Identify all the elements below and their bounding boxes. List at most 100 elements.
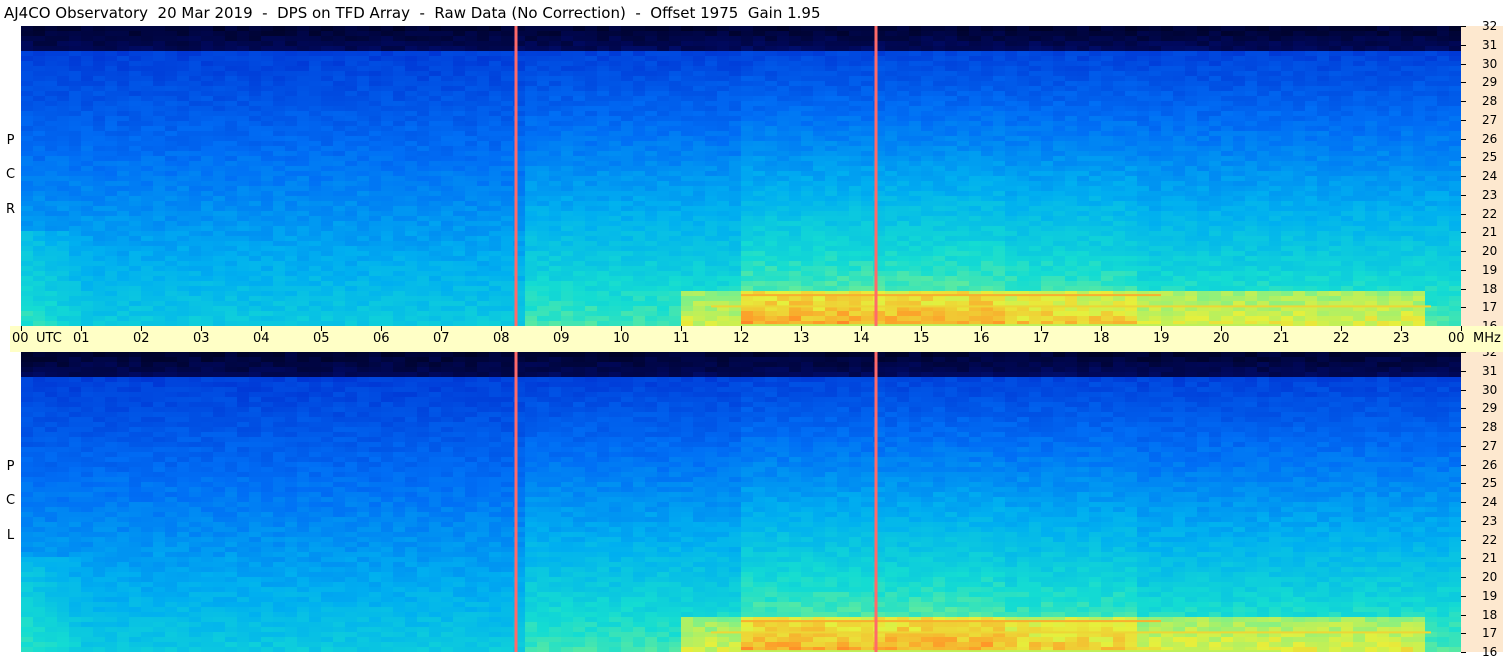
spectrogram-cell xyxy=(969,131,982,137)
spectrogram-cell xyxy=(477,111,490,117)
spectrogram-cell xyxy=(57,91,70,97)
spectrogram-cell xyxy=(693,136,706,142)
spectrogram-cell xyxy=(429,121,442,127)
spectrogram-cell xyxy=(597,171,610,177)
spectrogram-cell xyxy=(117,311,130,317)
spectrogram-cell xyxy=(93,46,106,52)
spectrogram-cell xyxy=(489,41,502,47)
spectrogram-cell xyxy=(225,86,238,92)
spectrogram-cell xyxy=(621,121,634,127)
spectrogram-cell xyxy=(441,81,454,87)
spectrogram-cell xyxy=(201,176,214,182)
spectrogram-cell xyxy=(297,161,310,167)
spectrogram-cell xyxy=(621,246,634,252)
spectrogram-cell xyxy=(129,291,142,297)
spectrogram-cell xyxy=(981,251,994,257)
spectrogram-cell xyxy=(537,291,550,297)
spectrogram-cell xyxy=(153,286,166,292)
spectrogram-cell xyxy=(201,36,214,42)
spectrogram-cell xyxy=(597,131,610,137)
spectrogram-cell xyxy=(789,221,802,227)
spectrogram-cell xyxy=(789,61,802,67)
spectrogram-cell xyxy=(225,121,238,127)
spectrogram-cell xyxy=(165,286,178,292)
spectrogram-cell xyxy=(969,116,982,122)
spectrogram-cell xyxy=(93,206,106,212)
spectrogram-cell xyxy=(237,211,250,217)
spectrogram-cell xyxy=(45,136,58,142)
spectrogram-cell xyxy=(801,31,814,37)
spectrogram-cell xyxy=(33,276,46,282)
spectrogram-cell xyxy=(1005,131,1018,137)
spectrogram-cell xyxy=(945,266,958,272)
spectrogram-cell xyxy=(81,101,94,107)
spectrogram-cell xyxy=(681,66,694,72)
spectrogram-cell xyxy=(789,86,802,92)
spectrogram-cell xyxy=(453,121,466,127)
spectrogram-cell xyxy=(429,271,442,277)
spectrogram-cell xyxy=(597,156,610,162)
spectrogram-cell xyxy=(429,131,442,137)
spectrogram-cell xyxy=(45,171,58,177)
spectrogram-cell xyxy=(465,246,478,252)
spectrogram-cell xyxy=(249,56,262,62)
spectrogram-cell xyxy=(213,301,226,307)
spectrogram-cell xyxy=(657,31,670,37)
spectrogram-cell xyxy=(285,126,298,132)
spectrogram-cell xyxy=(165,56,178,62)
spectrogram-cell xyxy=(645,301,658,307)
spectrogram-cell xyxy=(177,51,190,57)
spectrogram-cell xyxy=(177,291,190,297)
spectrogram-cell xyxy=(405,271,418,277)
spectrogram-cell xyxy=(189,201,202,207)
spectrogram-cell xyxy=(837,26,850,32)
spectrogram-cell xyxy=(213,211,226,217)
spectrogram-cell xyxy=(645,126,658,132)
spectrogram-cell xyxy=(285,141,298,147)
spectrogram-cell xyxy=(765,91,778,97)
spectrogram-cell xyxy=(765,46,778,52)
spectrogram-cell xyxy=(213,101,226,107)
spectrogram-cell xyxy=(33,91,46,97)
spectrogram-cell xyxy=(189,36,202,42)
spectrogram-cell xyxy=(465,186,478,192)
spectrogram-cell xyxy=(69,316,82,322)
spectrogram-cell xyxy=(657,261,670,267)
spectrogram-cell xyxy=(333,241,346,247)
spectrogram-cell xyxy=(93,101,106,107)
spectrogram-cell xyxy=(165,206,178,212)
spectrogram-cell xyxy=(441,66,454,72)
spectrogram-cell xyxy=(1005,111,1018,117)
spectrogram-cell xyxy=(213,26,226,32)
spectrogram-cell xyxy=(45,281,58,287)
spectrogram-cell xyxy=(57,166,70,172)
spectrogram-cell xyxy=(489,61,502,67)
spectrogram-cell xyxy=(597,161,610,167)
spectrogram-cell xyxy=(633,161,646,167)
spectrogram-cell xyxy=(405,216,418,222)
spectrogram-cell xyxy=(117,201,130,207)
spectrogram-cell xyxy=(609,171,622,177)
spectrogram-cell xyxy=(165,116,178,122)
spectrogram-cell xyxy=(129,226,142,232)
spectrogram-cell xyxy=(561,181,574,187)
spectrogram-cell xyxy=(801,186,814,192)
spectrogram-cell xyxy=(45,116,58,122)
spectrogram-cell xyxy=(141,221,154,227)
spectrogram-cell xyxy=(165,151,178,157)
spectrogram-cell xyxy=(1005,86,1018,92)
spectrogram-cell xyxy=(717,156,730,162)
spectrogram-cell xyxy=(129,96,142,102)
spectrogram-cell xyxy=(981,211,994,217)
spectrogram-cell xyxy=(669,276,682,282)
spectrogram-cell xyxy=(417,291,430,297)
spectrogram-cell xyxy=(885,316,898,322)
spectrogram-cell xyxy=(285,91,298,97)
spectrogram-cell xyxy=(693,311,706,317)
spectrogram-cell xyxy=(981,131,994,137)
spectrogram-cell xyxy=(585,311,598,317)
spectrogram-cell xyxy=(561,226,574,232)
spectrogram-cell xyxy=(849,251,862,257)
spectrogram-cell xyxy=(465,111,478,117)
spectrogram-cell xyxy=(213,106,226,112)
